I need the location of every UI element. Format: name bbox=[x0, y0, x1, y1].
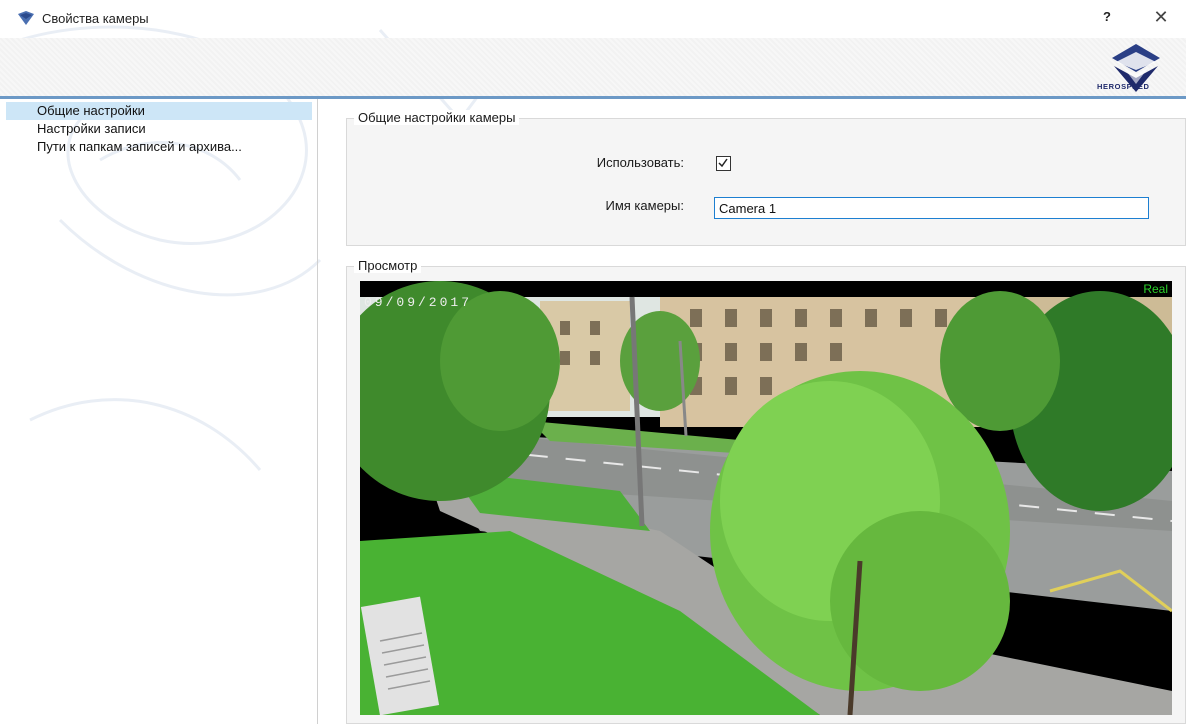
brand-name: HEROSPEED bbox=[1097, 82, 1150, 91]
header-band bbox=[0, 38, 1186, 96]
camera-preview: 09/09/2017 Real bbox=[360, 281, 1172, 715]
general-settings-group bbox=[346, 118, 1186, 246]
use-checkbox[interactable] bbox=[716, 156, 731, 171]
app-logo-icon bbox=[18, 11, 34, 25]
settings-nav: Общие настройки Настройки записи Пути к … bbox=[0, 99, 318, 724]
preview-title: Просмотр bbox=[354, 258, 422, 273]
close-button[interactable]: ✕ bbox=[1150, 7, 1172, 29]
checkmark-icon bbox=[718, 158, 728, 168]
nav-item-general[interactable]: Общие настройки bbox=[6, 102, 312, 120]
nav-item-paths[interactable]: Пути к папкам записей и архива... bbox=[6, 138, 312, 156]
stream-type-tag: Real bbox=[1143, 282, 1168, 296]
nav-item-recording[interactable]: Настройки записи bbox=[6, 120, 312, 138]
camera-scene-image bbox=[360, 281, 1172, 715]
camera-name-input[interactable] bbox=[714, 197, 1149, 219]
camera-osd-date: 09/09/2017 bbox=[364, 295, 473, 310]
help-button[interactable]: ? bbox=[1098, 9, 1116, 29]
title-bar: Свойства камеры ? ✕ bbox=[0, 0, 1186, 38]
general-settings-title: Общие настройки камеры bbox=[354, 110, 520, 125]
use-label: Использовать: bbox=[596, 155, 684, 170]
window-title: Свойства камеры bbox=[42, 11, 149, 26]
camera-name-label: Имя камеры: bbox=[605, 198, 685, 213]
